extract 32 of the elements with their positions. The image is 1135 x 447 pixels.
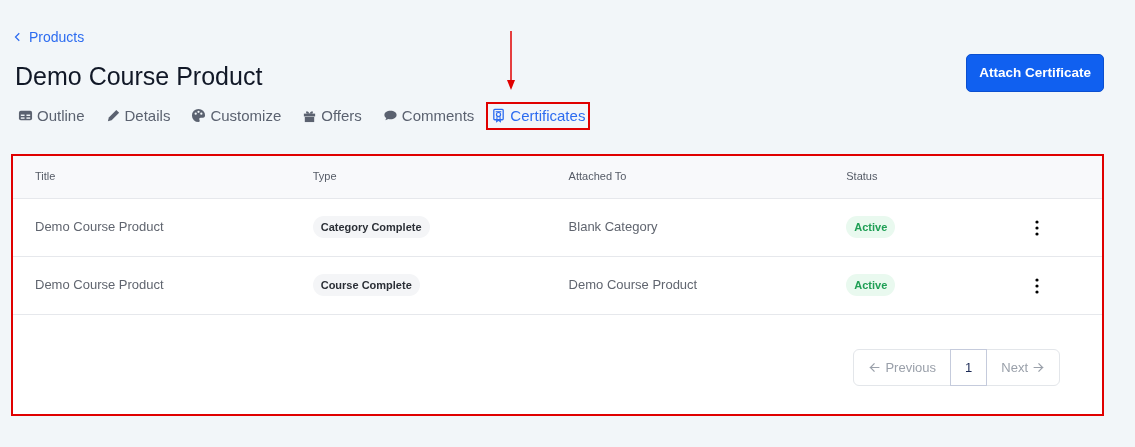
pencil-icon <box>105 108 121 124</box>
tab[interactable]: Certificates <box>488 103 589 128</box>
back-link[interactable]: Products <box>13 26 85 48</box>
column-header: Title <box>13 156 291 198</box>
tab[interactable]: Offers <box>299 103 365 128</box>
page-title: Demo Course Product <box>15 61 263 92</box>
annotation-arrow <box>507 30 515 90</box>
tab[interactable]: Outline <box>15 103 88 128</box>
chevron-left-icon <box>13 31 23 43</box>
table-cell: Demo Course Product <box>35 277 164 293</box>
arrow-left-icon <box>868 360 882 374</box>
page-button[interactable]: 1 <box>950 348 988 386</box>
column-header: Attached To <box>546 156 825 198</box>
column-header: Type <box>290 156 547 198</box>
status-badge: Active <box>846 216 896 239</box>
gift-icon <box>302 108 318 124</box>
status-badge: Active <box>846 274 896 297</box>
arrow-right-icon <box>1032 360 1045 374</box>
attach-certificate-button[interactable]: Attach Certificate <box>966 54 1104 93</box>
table-cell: Demo Course Product <box>35 219 164 235</box>
kebab-icon <box>1035 219 1040 236</box>
certificate-icon <box>491 108 507 124</box>
column-header: Status <box>824 156 1032 198</box>
palette-icon <box>191 108 207 124</box>
tab[interactable]: Customize <box>188 103 285 128</box>
tab[interactable]: Details <box>102 103 174 128</box>
tab[interactable]: Comments <box>379 103 478 128</box>
table-cell: Blank Category <box>568 219 658 235</box>
type-tag: Category Complete <box>312 216 430 239</box>
type-tag: Course Complete <box>312 274 420 297</box>
table-cell: Demo Course Product <box>568 277 698 293</box>
kebab-icon <box>1035 277 1040 294</box>
